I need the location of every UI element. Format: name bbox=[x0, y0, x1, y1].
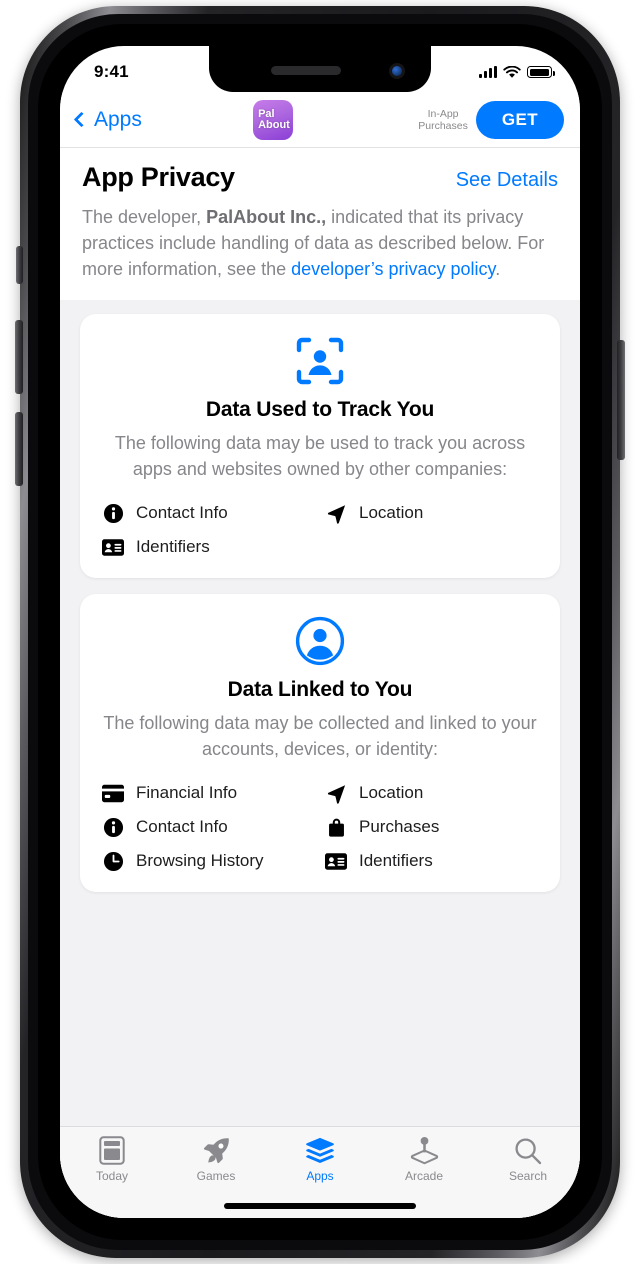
rocket-icon bbox=[202, 1136, 231, 1165]
data-item-label: Contact Info bbox=[136, 817, 228, 836]
info-circle-icon bbox=[102, 502, 124, 524]
card-title: Data Linked to You bbox=[227, 678, 413, 701]
app-icon[interactable]: Pal About bbox=[253, 99, 294, 140]
privacy-card-tracking: Data Used to Track You The following dat… bbox=[80, 314, 560, 578]
intro-prefix: The developer, bbox=[82, 207, 207, 227]
id-card-icon bbox=[325, 850, 347, 872]
data-item-contact-info: Contact Info bbox=[102, 502, 315, 524]
data-item-label: Identifiers bbox=[359, 851, 433, 870]
cellular-bars-icon bbox=[479, 66, 497, 78]
mute-switch[interactable] bbox=[16, 246, 23, 284]
data-item-label: Contact Info bbox=[136, 503, 228, 522]
data-item-location: Location bbox=[325, 782, 538, 804]
app-icon-line1: Pal bbox=[258, 107, 275, 120]
data-item-label: Browsing History bbox=[136, 851, 264, 870]
tab-label: Today bbox=[95, 1169, 129, 1183]
page-title: App Privacy bbox=[82, 162, 235, 192]
app-icon-line2: About bbox=[258, 118, 290, 131]
data-type-grid: Contact Info Location Identifiers bbox=[98, 502, 542, 558]
info-circle-icon bbox=[102, 816, 124, 838]
bag-icon bbox=[325, 816, 347, 838]
data-item-label: Financial Info bbox=[136, 783, 238, 802]
card-title: Data Used to Track You bbox=[205, 398, 435, 421]
battery-full-icon bbox=[527, 66, 555, 78]
card-subtitle: The following data may be used to track … bbox=[114, 433, 526, 479]
wifi-icon bbox=[503, 65, 521, 78]
data-item-label: Identifiers bbox=[136, 537, 210, 556]
content-scroll-area[interactable]: App Privacy See Details The developer, P… bbox=[60, 148, 580, 1218]
in-app-purchases-label: In-App Purchases bbox=[418, 108, 468, 132]
chevron-left-icon bbox=[73, 111, 90, 128]
location-arrow-icon bbox=[325, 782, 347, 804]
tab-apps[interactable]: Apps bbox=[268, 1136, 372, 1183]
iap-line2: Purchases bbox=[418, 119, 468, 132]
tab-label: Search bbox=[508, 1169, 548, 1183]
intro-developer-name: PalAbout Inc., bbox=[206, 207, 327, 227]
volume-up-button[interactable] bbox=[15, 320, 23, 394]
tab-label: Apps bbox=[306, 1169, 334, 1183]
phone-screen: 9:41 Apps Pal About In-App Purchases GET… bbox=[60, 46, 580, 1218]
intro-suffix: . bbox=[495, 259, 501, 279]
see-details-link[interactable]: See Details bbox=[456, 169, 558, 192]
data-item-identifiers: Identifiers bbox=[325, 850, 538, 872]
data-item-label: Location bbox=[359, 503, 424, 522]
today-card-icon bbox=[99, 1136, 125, 1165]
earpiece-speaker bbox=[271, 66, 341, 75]
clock-icon bbox=[102, 850, 124, 872]
privacy-intro-text: The developer, PalAbout Inc., indicated … bbox=[82, 204, 558, 282]
card-subtitle: The following data may be collected and … bbox=[103, 713, 537, 759]
front-camera-icon bbox=[389, 63, 405, 79]
notch bbox=[209, 46, 431, 92]
power-button[interactable] bbox=[617, 340, 625, 460]
tab-label: Arcade bbox=[404, 1169, 444, 1183]
data-item-financial-info: Financial Info bbox=[102, 782, 315, 804]
tab-search[interactable]: Search bbox=[476, 1136, 580, 1183]
get-button[interactable]: GET bbox=[475, 100, 565, 139]
screenshot-root: 9:41 Apps Pal About In-App Purchases GET… bbox=[0, 0, 640, 1264]
tab-games[interactable]: Games bbox=[164, 1136, 268, 1183]
stacked-layers-icon bbox=[305, 1136, 335, 1165]
credit-card-icon bbox=[102, 782, 124, 804]
tab-today[interactable]: Today bbox=[60, 1136, 164, 1183]
data-type-grid: Financial Info Location Contact Info Pur… bbox=[98, 782, 542, 872]
tab-arcade[interactable]: Arcade bbox=[372, 1136, 476, 1183]
privacy-header: App Privacy See Details The developer, P… bbox=[60, 148, 580, 282]
iap-line1: In-App bbox=[427, 107, 459, 120]
data-item-label: Purchases bbox=[359, 817, 440, 836]
privacy-cards: Data Used to Track You The following dat… bbox=[60, 300, 580, 1218]
data-item-browsing-history: Browsing History bbox=[102, 850, 315, 872]
arcade-joystick-icon bbox=[410, 1136, 439, 1165]
status-time: 9:41 bbox=[94, 62, 129, 81]
back-button-label: Apps bbox=[94, 107, 142, 131]
data-item-location: Location bbox=[325, 502, 538, 524]
tab-label: Games bbox=[196, 1169, 236, 1183]
privacy-card-linked: Data Linked to You The following data ma… bbox=[80, 594, 560, 892]
title-row: App Privacy See Details bbox=[82, 162, 558, 193]
data-item-contact-info: Contact Info bbox=[102, 816, 315, 838]
person-circle-icon bbox=[98, 616, 542, 666]
status-indicators bbox=[479, 65, 555, 79]
data-item-label: Location bbox=[359, 783, 424, 802]
home-indicator[interactable] bbox=[224, 1203, 416, 1209]
navigation-bar: Apps Pal About In-App Purchases GET bbox=[60, 92, 580, 148]
location-arrow-icon bbox=[325, 502, 347, 524]
person-viewfinder-icon bbox=[98, 336, 542, 386]
back-button[interactable]: Apps bbox=[73, 107, 142, 132]
volume-down-button[interactable] bbox=[15, 412, 23, 486]
id-card-icon bbox=[102, 536, 124, 558]
search-icon bbox=[514, 1136, 542, 1165]
privacy-policy-link[interactable]: developer’s privacy policy bbox=[291, 259, 495, 279]
data-item-purchases: Purchases bbox=[325, 816, 538, 838]
data-item-identifiers: Identifiers bbox=[102, 536, 315, 558]
